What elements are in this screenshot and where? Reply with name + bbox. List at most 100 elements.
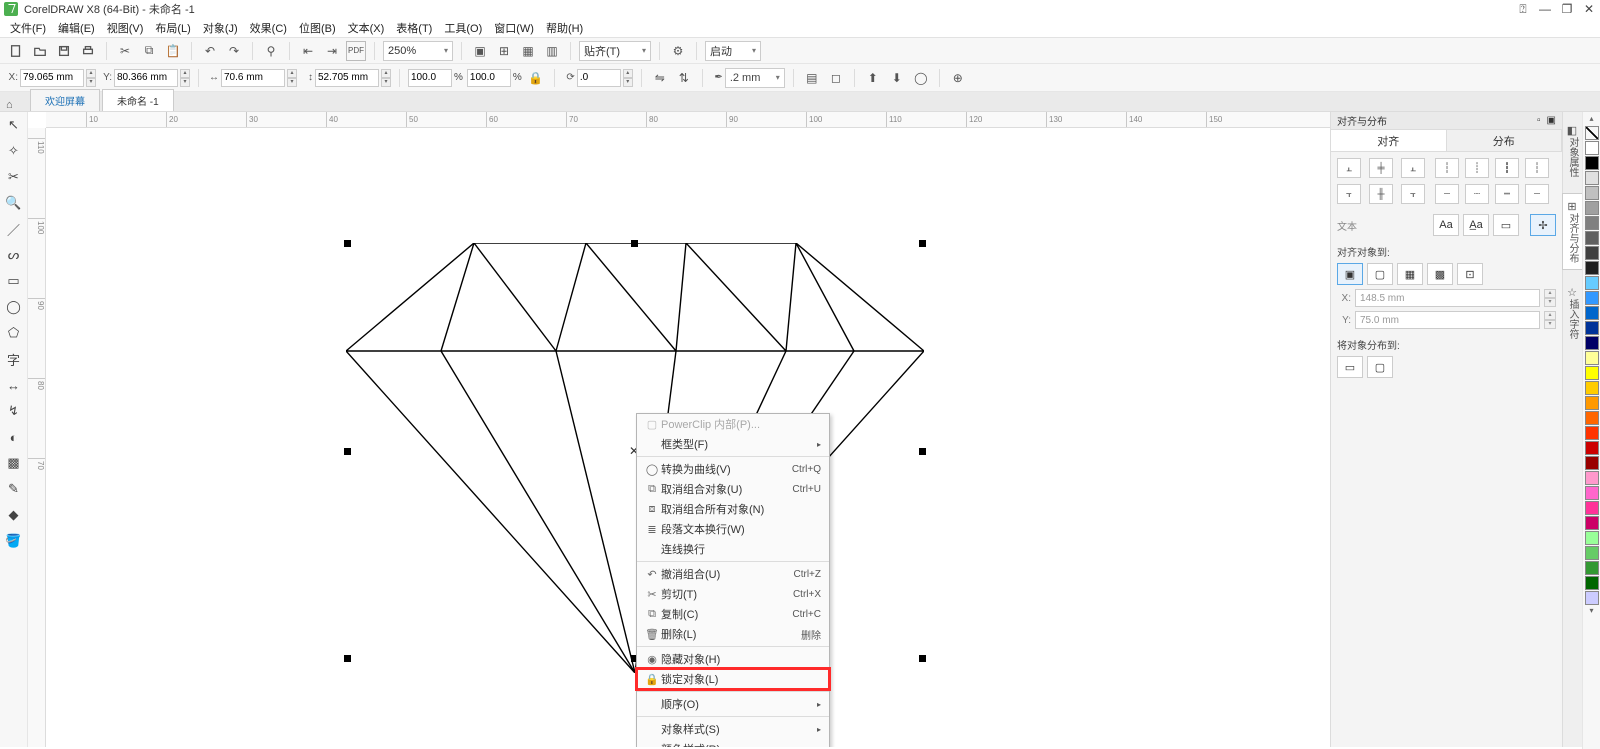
eyedropper-tool[interactable]: ✎ bbox=[3, 478, 25, 500]
dist-center-h[interactable]: ┊ bbox=[1465, 158, 1489, 178]
ctx-delete[interactable]: 🗑删除(L)删除 bbox=[637, 624, 829, 644]
side-tab-align-dist[interactable]: ⊞对齐与分布 bbox=[1562, 193, 1583, 270]
menu-layout[interactable]: 布局(L) bbox=[149, 18, 196, 38]
transparency-tool[interactable]: ▩ bbox=[3, 452, 25, 474]
artistic-media-tool[interactable]: ᔕ bbox=[3, 244, 25, 266]
smart-fill-tool[interactable]: 🪣 bbox=[3, 530, 25, 552]
align-bottom[interactable]: ⫟ bbox=[1401, 184, 1425, 204]
align-left[interactable]: ⫠ bbox=[1337, 158, 1361, 178]
menu-view[interactable]: 视图(V) bbox=[101, 18, 150, 38]
ctx-ungroup-all[interactable]: ⧈取消组合所有对象(N) bbox=[637, 499, 829, 519]
menu-tools[interactable]: 工具(O) bbox=[438, 18, 488, 38]
print-button[interactable] bbox=[78, 41, 98, 61]
dist-space-h[interactable]: ┇ bbox=[1495, 158, 1519, 178]
diamond-shape[interactable] bbox=[346, 243, 924, 673]
maximize-button[interactable]: ❐ bbox=[1560, 2, 1574, 16]
target-point[interactable]: ⊡ bbox=[1457, 263, 1483, 285]
side-tab-obj-props[interactable]: ◧对象属性 bbox=[1563, 118, 1582, 183]
crop-tool[interactable]: ✂ bbox=[3, 166, 25, 188]
docker-tab-align[interactable]: 对齐 bbox=[1331, 130, 1447, 151]
ctx-undo-group[interactable]: ↶撤消组合(U)Ctrl+Z bbox=[637, 564, 829, 584]
swatch[interactable] bbox=[1585, 321, 1599, 335]
drop-shadow-tool[interactable]: ◐ bbox=[3, 426, 25, 448]
swatch[interactable] bbox=[1585, 381, 1599, 395]
text-baseline-btn[interactable]: Aa bbox=[1433, 214, 1459, 236]
text-first-line-btn[interactable]: A̲a bbox=[1463, 214, 1489, 236]
cut-button[interactable]: ✂ bbox=[115, 41, 135, 61]
swatch[interactable] bbox=[1585, 276, 1599, 290]
open-button[interactable] bbox=[30, 41, 50, 61]
dist-space-v[interactable]: ┅ bbox=[1495, 184, 1519, 204]
handle-tr[interactable] bbox=[919, 240, 926, 247]
options-button[interactable]: ⚙ bbox=[668, 41, 688, 61]
mirror-h-button[interactable]: ⇋ bbox=[650, 68, 670, 88]
menu-edit[interactable]: 编辑(E) bbox=[52, 18, 101, 38]
scale-x-field[interactable]: % bbox=[408, 69, 463, 87]
swatch[interactable] bbox=[1585, 216, 1599, 230]
ctx-color-style[interactable]: 颜色样式(R)▸ bbox=[637, 739, 829, 747]
text-tool[interactable]: 字 bbox=[3, 348, 25, 370]
palette-down-arrow[interactable]: ▾ bbox=[1585, 606, 1599, 618]
swatch[interactable] bbox=[1585, 576, 1599, 590]
ctx-copy[interactable]: ⧉复制(C)Ctrl+C bbox=[637, 604, 829, 624]
swatch[interactable] bbox=[1585, 291, 1599, 305]
align-right[interactable]: ⫠ bbox=[1401, 158, 1425, 178]
target-page-center[interactable]: ▦ bbox=[1397, 263, 1423, 285]
swatch[interactable] bbox=[1585, 366, 1599, 380]
swatch[interactable] bbox=[1585, 516, 1599, 530]
menu-file[interactable]: 文件(F) bbox=[4, 18, 52, 38]
ctx-para-wrap[interactable]: ≣段落文本换行(W) bbox=[637, 519, 829, 539]
powerclip-button[interactable]: ◻ bbox=[826, 68, 846, 88]
wrap-text-button[interactable]: ▤ bbox=[802, 68, 822, 88]
dist-right[interactable]: ┆ bbox=[1525, 158, 1549, 178]
handle-tl[interactable] bbox=[344, 240, 351, 247]
pdf-button[interactable]: PDF bbox=[346, 41, 366, 61]
rectangle-tool[interactable]: ▭ bbox=[3, 270, 25, 292]
width-field[interactable]: ↔▴▾ bbox=[207, 69, 297, 87]
launch-select[interactable]: 启动 bbox=[705, 41, 761, 61]
swatch[interactable] bbox=[1585, 471, 1599, 485]
swatch[interactable] bbox=[1585, 336, 1599, 350]
swatch[interactable] bbox=[1585, 351, 1599, 365]
dist-top[interactable]: ┄ bbox=[1435, 184, 1459, 204]
swatch[interactable] bbox=[1585, 426, 1599, 440]
rotation-field[interactable]: ⟳▴▾ bbox=[563, 69, 633, 87]
parallel-dim-tool[interactable]: ↔ bbox=[3, 374, 25, 396]
help-icon[interactable]: ⍰ bbox=[1516, 2, 1530, 16]
convert-curves-button[interactable]: ◯ bbox=[911, 68, 931, 88]
swatch[interactable] bbox=[1585, 591, 1599, 605]
ctx-order[interactable]: 顺序(O)▸ bbox=[637, 694, 829, 714]
connector-tool[interactable]: ↯ bbox=[3, 400, 25, 422]
swatch[interactable] bbox=[1585, 396, 1599, 410]
swatch[interactable] bbox=[1585, 141, 1599, 155]
handle-mr[interactable] bbox=[919, 448, 926, 455]
swatch[interactable] bbox=[1585, 546, 1599, 560]
ctx-lock[interactable]: 🔒锁定对象(L) bbox=[637, 669, 829, 689]
menu-window[interactable]: 窗口(W) bbox=[488, 18, 540, 38]
canvas[interactable]: ✕ ▢PowerClip 内部(P)... 框类型(F)▸ ◯转换为曲线(V)C… bbox=[46, 128, 1330, 747]
home-icon[interactable]: ⌂ bbox=[6, 99, 13, 111]
outline-width-field[interactable]: ✒ .2 mm bbox=[711, 68, 785, 88]
height-field[interactable]: ↕▴▾ bbox=[301, 69, 391, 87]
palette-up-arrow[interactable]: ▴ bbox=[1585, 114, 1599, 126]
handle-tm[interactable] bbox=[631, 240, 638, 247]
swatch[interactable] bbox=[1585, 306, 1599, 320]
handle-br[interactable] bbox=[919, 655, 926, 662]
swatch[interactable] bbox=[1585, 171, 1599, 185]
snap-select[interactable]: 贴齐(T) bbox=[579, 41, 651, 61]
polygon-tool[interactable]: ⬠ bbox=[3, 322, 25, 344]
align-top[interactable]: ⫟ bbox=[1337, 184, 1361, 204]
freehand-tool[interactable]: ／ bbox=[3, 218, 25, 240]
swatch[interactable] bbox=[1585, 261, 1599, 275]
handle-ml[interactable] bbox=[344, 448, 351, 455]
swatch[interactable] bbox=[1585, 486, 1599, 500]
mirror-v-button[interactable]: ⇅ bbox=[674, 68, 694, 88]
ruler-vertical[interactable]: 110100908070 bbox=[28, 128, 46, 747]
interactive-fill-tool[interactable]: ◆ bbox=[3, 504, 25, 526]
target-page-edge[interactable]: ▢ bbox=[1367, 263, 1393, 285]
show-guides-button[interactable]: ▥ bbox=[542, 41, 562, 61]
to-front-button[interactable]: ⬆ bbox=[863, 68, 883, 88]
align-center-v[interactable]: ╫ bbox=[1369, 184, 1393, 204]
save-button[interactable] bbox=[54, 41, 74, 61]
docker-min-icon[interactable]: ▫ bbox=[1537, 115, 1541, 126]
